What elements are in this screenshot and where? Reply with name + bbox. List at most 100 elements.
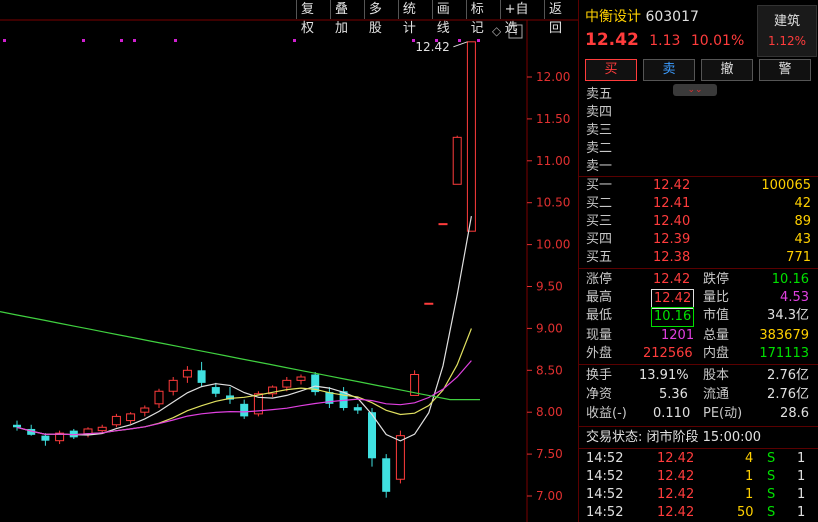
y-tick-label: 11.50 — [536, 112, 570, 126]
sector-pct: 1.12% — [767, 34, 807, 48]
ask-row[interactable]: 卖五 — [579, 86, 811, 104]
stock-name: 中衡设计 — [585, 9, 641, 25]
market-cap-label: 市值 — [703, 308, 730, 323]
sell-button[interactable]: 卖 — [643, 59, 695, 81]
tick-row: 14:52 12.42 1 S 1 — [579, 468, 811, 486]
high-label: 最高 — [586, 290, 613, 305]
tick-time: 14:52 — [586, 505, 624, 520]
toolbar-statistics[interactable]: 统计 — [397, 0, 432, 36]
cancel-order-button[interactable]: 撤 — [701, 59, 753, 81]
toolbar-overlay[interactable]: 叠加 — [329, 0, 364, 36]
tick-price: 12.42 — [657, 469, 695, 484]
ask-label: 卖一 — [586, 159, 613, 174]
price-line: 12.42 1.13 10.01% — [585, 30, 750, 50]
ask-row[interactable]: 卖三 — [579, 122, 811, 140]
bid-row[interactable]: 买四 12.39 43 — [579, 231, 811, 249]
bid-label: 买四 — [586, 232, 613, 247]
limit-down-label: 跌停 — [703, 272, 730, 287]
ask-row[interactable]: 卖二 — [579, 140, 811, 158]
tick-volume: 4 — [745, 451, 754, 466]
tick-volume: 1 — [745, 487, 754, 502]
candle-body — [452, 136, 462, 185]
ask-row[interactable]: 卖一 — [579, 158, 811, 176]
toolbar-draw-line[interactable]: 画线 — [431, 0, 466, 36]
candle-body — [382, 458, 391, 492]
y-tick-label: 10.00 — [536, 238, 570, 252]
candle-body — [182, 369, 192, 378]
candle-body — [111, 415, 121, 426]
y-tick-label: 8.50 — [536, 363, 563, 377]
quote-panel: 中衡设计 603017 12.42 1.13 10.01% 建筑 1.12% 买… — [578, 0, 818, 522]
equity-value: 2.76亿 — [767, 368, 809, 383]
candle-body — [126, 413, 136, 422]
bid-label: 买一 — [586, 178, 613, 193]
tick-row: 14:52 12.42 50 S 1 — [579, 504, 811, 522]
candle-body — [168, 379, 178, 392]
diamond-icon: ◇ — [492, 24, 502, 38]
tick-count: 1 — [797, 469, 806, 484]
bid-row[interactable]: 买二 12.41 42 — [579, 195, 811, 213]
candle-body — [424, 302, 434, 305]
total-volume-value: 383679 — [759, 328, 809, 343]
price-change: 1.13 — [649, 33, 681, 49]
event-marker — [477, 39, 480, 42]
candle-body — [395, 435, 405, 480]
kline-chart[interactable]: 12.00 11.50 11.00 10.50 10.00 9.50 9.00 8.50 8.0… — [0, 0, 578, 522]
toolbar-mark[interactable]: 标记 — [465, 0, 500, 36]
current-volume-value: 1201 — [661, 328, 695, 343]
divider — [579, 268, 818, 269]
candle-body — [13, 424, 21, 428]
toolbar-add-watchlist[interactable]: +自选 — [499, 0, 544, 36]
candle-body — [240, 403, 249, 417]
candle-body — [41, 435, 50, 441]
bid-label: 买二 — [586, 196, 613, 211]
float-value: 2.76亿 — [767, 387, 809, 402]
bid-volume: 89 — [794, 214, 811, 229]
y-tick-label: 12.00 — [536, 70, 570, 84]
divider — [579, 364, 818, 365]
limit-up-value: 12.42 — [653, 272, 691, 287]
tick-count: 1 — [797, 487, 806, 502]
event-marker — [3, 39, 6, 42]
inner-volume-value: 171113 — [759, 346, 809, 361]
bid-volume: 771 — [786, 250, 811, 265]
high-value: 12.42 — [651, 289, 695, 309]
alert-button[interactable]: 警 — [759, 59, 811, 81]
candle-body — [197, 370, 206, 383]
bid-label: 买五 — [586, 250, 613, 265]
candle-body — [296, 376, 306, 381]
candle-body — [211, 387, 220, 394]
tick-direction: S — [767, 487, 776, 502]
candle-body — [154, 390, 164, 405]
ask-row[interactable]: 卖四 — [579, 104, 811, 122]
toolbar-back[interactable]: 返回 — [544, 0, 578, 36]
limit-down-value: 10.16 — [771, 272, 809, 287]
current-volume-label: 现量 — [586, 328, 613, 343]
turnover-value: 13.91% — [639, 368, 689, 383]
tick-volume: 1 — [745, 469, 754, 484]
divider — [579, 426, 818, 427]
event-marker — [174, 39, 177, 42]
tick-time: 14:52 — [586, 469, 624, 484]
bid-price: 12.38 — [653, 250, 691, 265]
candle-body — [140, 407, 150, 413]
toolbar-multi-stock[interactable]: 多股 — [363, 0, 398, 36]
tick-count: 1 — [797, 451, 806, 466]
stock-title: 中衡设计 603017 — [585, 6, 699, 26]
toolbar-restore-rights[interactable]: 复权 — [296, 0, 330, 36]
buy-button[interactable]: 买 — [585, 59, 637, 81]
y-tick-label: 7.00 — [536, 489, 563, 503]
market-cap-value: 34.3亿 — [767, 308, 809, 323]
event-marker — [133, 39, 136, 42]
tick-price: 12.42 — [657, 487, 695, 502]
bid-row[interactable]: 买三 12.40 89 — [579, 213, 811, 231]
bid-row[interactable]: 买一 12.42 100065 — [579, 177, 811, 195]
tick-direction: S — [767, 469, 776, 484]
y-tick-label: 11.00 — [536, 154, 570, 168]
bid-price: 12.40 — [653, 214, 691, 229]
tick-price: 12.42 — [657, 451, 695, 466]
chart-toolbar: 复权 叠加 多股 统计 画线 标记 +自选 返回 — [296, 0, 578, 36]
bid-row[interactable]: 买五 12.38 771 — [579, 249, 811, 267]
chart-canvas[interactable]: 12.00 11.50 11.00 10.50 10.00 9.50 9.00 8.50 8.0… — [0, 0, 578, 522]
sector-box[interactable]: 建筑 1.12% — [757, 5, 817, 57]
